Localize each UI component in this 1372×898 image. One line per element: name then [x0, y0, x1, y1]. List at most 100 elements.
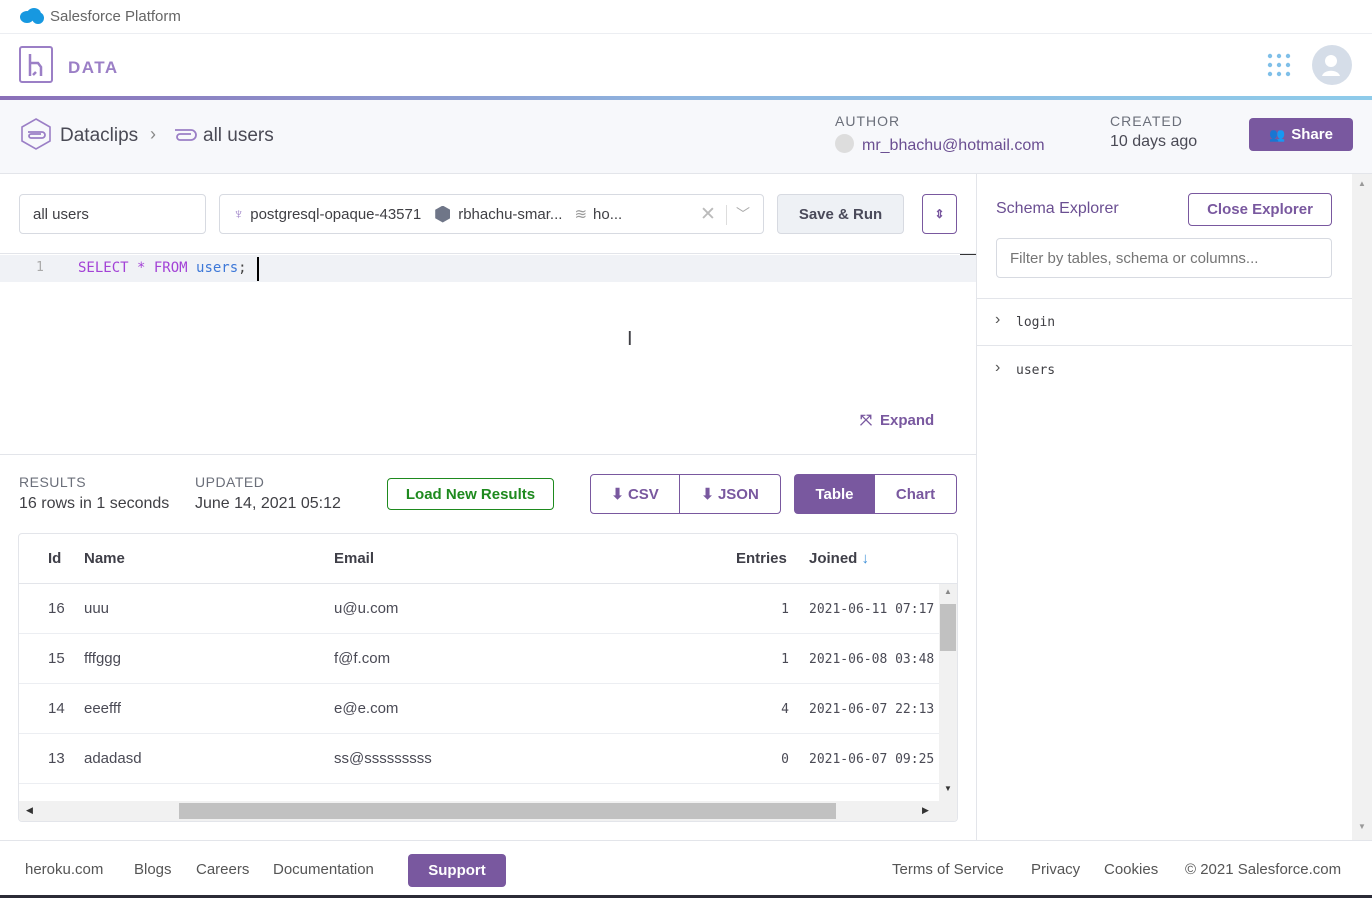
- support-button[interactable]: Support: [408, 854, 506, 887]
- user-avatar[interactable]: [1312, 45, 1352, 85]
- heroku-logo-icon[interactable]: [19, 46, 53, 83]
- share-label: Share: [1291, 126, 1333, 143]
- table-row[interactable]: 16 uuu u@u.com 1 2021-06-11 07:17: [19, 584, 939, 634]
- toggle-editor-icon[interactable]: ⇕: [922, 194, 957, 234]
- results-summary: 16 rows in 1 seconds: [19, 495, 170, 512]
- apps-grid-icon[interactable]: [1267, 53, 1291, 77]
- table-row[interactable]: 14 eeefff e@e.com 4 2021-06-07 22:13: [19, 684, 939, 734]
- scroll-left-icon[interactable]: ◀: [26, 805, 33, 816]
- json-label: JSON: [717, 485, 759, 503]
- cell-id: 15: [48, 650, 65, 667]
- users-icon: 👥: [1269, 126, 1286, 142]
- close-explorer-button[interactable]: Close Explorer: [1188, 193, 1332, 226]
- scroll-down-icon[interactable]: ▼: [944, 784, 952, 793]
- updated-label: UPDATED: [195, 474, 265, 490]
- editor-top-border: [0, 253, 976, 254]
- cell-joined: 2021-06-11 07:17: [809, 602, 935, 617]
- author-avatar: [835, 134, 854, 153]
- chevron-down-icon[interactable]: ﹀: [736, 204, 750, 224]
- load-new-results-button[interactable]: Load New Results: [387, 478, 554, 510]
- column-id[interactable]: Id: [48, 550, 61, 567]
- horizontal-scrollbar[interactable]: ◀ ▶: [19, 801, 957, 821]
- datasource-addon: ho...: [593, 205, 623, 223]
- app-name: DATA: [68, 58, 119, 77]
- sql-token: FROM: [153, 260, 188, 276]
- cell-entries: 0: [781, 752, 789, 767]
- footer-link-privacy[interactable]: Privacy: [1031, 861, 1080, 878]
- sql-token: ;: [238, 260, 247, 276]
- datasource-select[interactable]: ♆ postgresql-opaque-43571 rbhachu-smar..…: [219, 194, 764, 234]
- table-row[interactable]: 13 adadasd ss@sssssssss 0 2021-06-07 09:25: [19, 734, 939, 784]
- vertical-scrollbar[interactable]: ▲ ▼: [939, 584, 957, 801]
- footer-link-blogs[interactable]: Blogs: [134, 861, 172, 878]
- share-button[interactable]: 👥 Share: [1249, 118, 1353, 151]
- datasource-db: postgresql-opaque-43571: [250, 205, 422, 223]
- table-row[interactable]: 15 fffggg f@f.com 1 2021-06-08 03:48: [19, 634, 939, 684]
- schema-filter-input[interactable]: [996, 238, 1332, 278]
- author-email[interactable]: mr_bhachu@hotmail.com: [862, 137, 1045, 155]
- tab-chart[interactable]: Chart: [874, 474, 957, 514]
- platform-title: Salesforce Platform: [50, 8, 181, 25]
- tab-table[interactable]: Table: [794, 474, 875, 514]
- chevron-right-icon: ›: [995, 311, 1001, 328]
- footer-link-cookies[interactable]: Cookies: [1104, 861, 1158, 878]
- footer-link-careers[interactable]: Careers: [196, 861, 249, 878]
- column-entries[interactable]: Entries: [736, 550, 787, 567]
- horizontal-scroll-thumb[interactable]: [179, 803, 836, 819]
- chevron-right-icon: ›: [995, 359, 1001, 376]
- column-joined-label: Joined: [809, 550, 858, 567]
- breadcrumb-dataclips[interactable]: Dataclips: [60, 125, 138, 147]
- footer-link-documentation[interactable]: Documentation: [273, 861, 374, 878]
- results-label: RESULTS: [19, 474, 87, 490]
- page-scrollbar[interactable]: ▲ ▼: [1352, 174, 1372, 840]
- created-value: 10 days ago: [1110, 133, 1198, 150]
- cell-name: adadasd: [84, 750, 142, 767]
- table-header: Id Name Email Entries Joined ↓: [19, 534, 957, 584]
- column-name[interactable]: Name: [84, 550, 125, 567]
- datasource-app: rbhachu-smar...: [458, 205, 563, 223]
- schema-table-users[interactable]: › users: [977, 346, 1352, 394]
- salesforce-cloud-icon: [20, 8, 44, 24]
- footer-link-terms[interactable]: Terms of Service: [892, 861, 1004, 878]
- explorer-title: Schema Explorer: [996, 200, 1119, 217]
- cell-name: fffggg: [84, 650, 121, 667]
- save-run-button[interactable]: Save & Run: [777, 194, 904, 234]
- line-number: 1: [36, 260, 44, 275]
- dataclip-name-input[interactable]: all users: [19, 194, 206, 234]
- sort-desc-icon: ↓: [861, 550, 870, 567]
- select-divider: [726, 205, 727, 225]
- table-name: login: [1016, 315, 1056, 330]
- expand-icon: ⤧: [860, 412, 873, 429]
- scroll-up-icon[interactable]: ▲: [1358, 179, 1366, 188]
- cell-entries: 1: [781, 602, 789, 617]
- cell-email: u@u.com: [334, 600, 399, 617]
- postgres-icon: ♆: [233, 205, 245, 223]
- footer-link-heroku[interactable]: heroku.com: [25, 861, 103, 878]
- clear-icon[interactable]: ✕: [700, 203, 716, 226]
- expand-button[interactable]: ⤧ Expand: [860, 412, 934, 429]
- scroll-right-icon[interactable]: ▶: [922, 805, 929, 816]
- dataclip-icon: [175, 129, 197, 141]
- column-joined[interactable]: Joined ↓: [809, 550, 869, 567]
- breadcrumb-current: all users: [203, 125, 274, 146]
- vertical-scroll-thumb[interactable]: [940, 604, 956, 651]
- download-json-button[interactable]: ⬇ JSON: [679, 474, 781, 514]
- cell-email: ss@sssssssss: [334, 750, 432, 767]
- column-email[interactable]: Email: [334, 550, 374, 567]
- text-cursor: [257, 257, 259, 281]
- app-header: DATA: [0, 34, 1372, 97]
- breadcrumb-chevron-icon: ›: [150, 124, 156, 144]
- expand-label: Expand: [880, 412, 935, 429]
- scroll-up-icon[interactable]: ▲: [944, 587, 952, 596]
- explorer-divider: [976, 174, 977, 840]
- download-csv-button[interactable]: ⬇ CSV: [590, 474, 680, 514]
- sql-editor[interactable]: SELECT * FROM users;: [78, 260, 247, 276]
- cell-entries: 4: [781, 702, 789, 717]
- footer: heroku.com Blogs Careers Documentation S…: [0, 840, 1372, 895]
- salesforce-bar: Salesforce Platform: [0, 0, 1372, 34]
- cell-id: 16: [48, 600, 65, 617]
- scroll-down-icon[interactable]: ▼: [1358, 822, 1366, 831]
- cell-entries: 1: [781, 652, 789, 667]
- schema-table-login[interactable]: › login: [977, 298, 1352, 346]
- sql-token: *: [128, 260, 154, 276]
